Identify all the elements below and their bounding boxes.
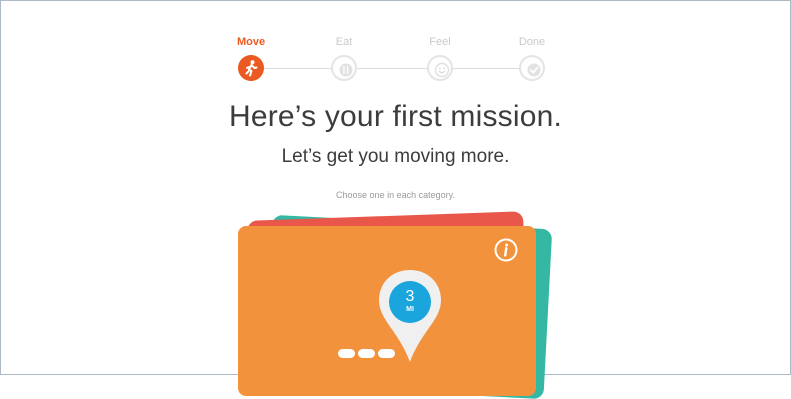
page-subtitle: Let’s get you moving more.	[281, 146, 510, 167]
step-label-done[interactable]: Done	[519, 36, 545, 48]
smiley-icon	[434, 62, 450, 78]
plate-icon	[339, 63, 353, 77]
step-eat[interactable]	[331, 55, 357, 81]
progress-dot	[338, 349, 355, 358]
info-icon[interactable]	[493, 237, 519, 263]
step-done[interactable]	[519, 55, 545, 81]
step-label-move[interactable]: Move	[237, 36, 265, 48]
step-feel[interactable]	[427, 55, 453, 81]
checkmark-icon	[527, 63, 541, 77]
instruction-text: Choose one in each category.	[336, 190, 455, 200]
step-move[interactable]	[238, 55, 264, 81]
goal-unit: MI	[406, 306, 414, 313]
goal-value: 3	[405, 288, 415, 305]
running-person-icon	[245, 60, 258, 77]
progress-dot	[378, 349, 395, 358]
step-label-feel[interactable]: Feel	[429, 36, 450, 48]
progress-dot	[358, 349, 375, 358]
page-title: Here’s your first mission.	[228, 100, 563, 133]
step-label-eat[interactable]: Eat	[336, 36, 353, 48]
